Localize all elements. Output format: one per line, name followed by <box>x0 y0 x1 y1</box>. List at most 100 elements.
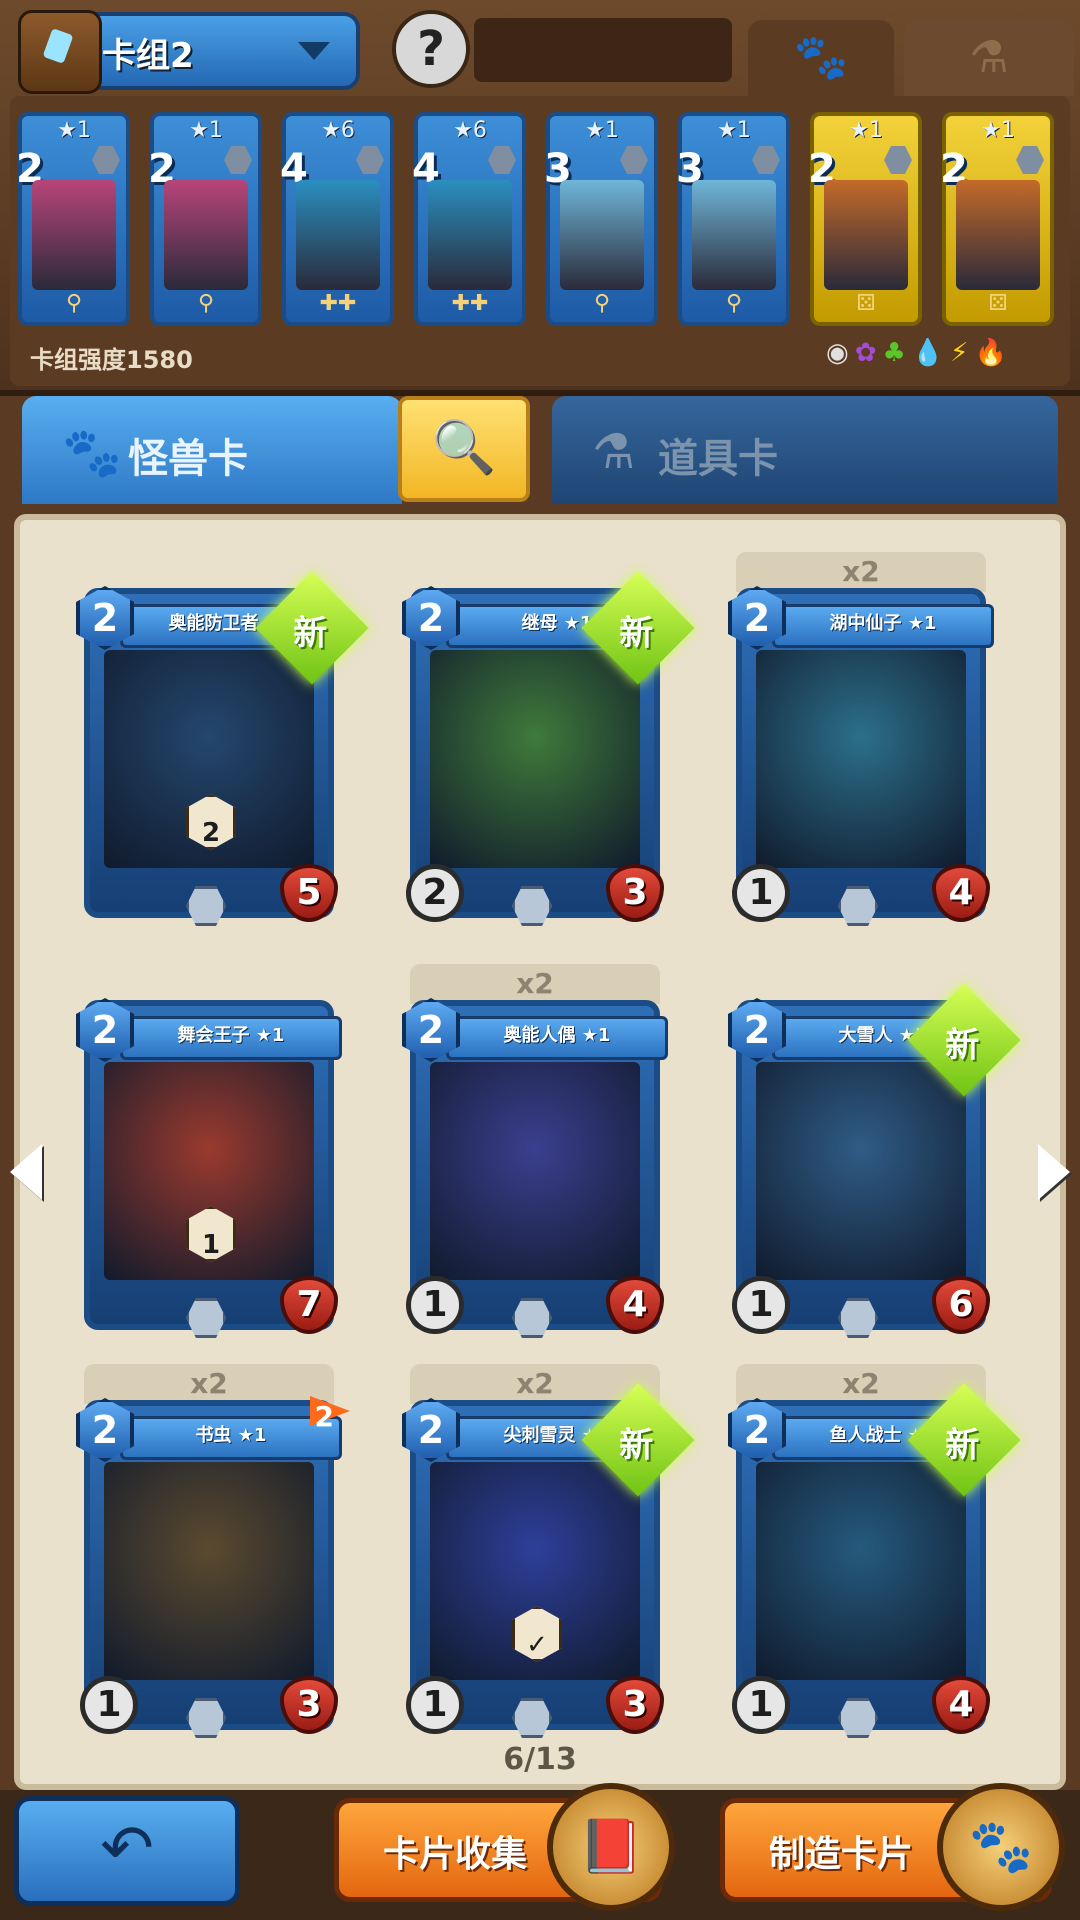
rarity-gem-icon <box>224 146 252 174</box>
deck-card[interactable]: ★1 2 ⚲ <box>148 112 262 326</box>
paw-icon: 🐾 <box>62 425 122 481</box>
fire-element-icon[interactable]: 🔥 <box>974 338 1012 368</box>
deck-card[interactable]: ★1 2 ⚄ <box>808 112 922 326</box>
element-filter-icons[interactable]: ◉✿♣💧⚡🔥 <box>826 338 1013 368</box>
card-health-heart: 3 <box>606 1676 664 1734</box>
deck-card[interactable]: ★6 4 ✚✚ <box>412 112 526 326</box>
neutral-element-icon[interactable]: ◉ <box>826 338 855 368</box>
card-attack-stat: 1 <box>80 1676 138 1734</box>
new-badge-label: 新 <box>619 1425 654 1466</box>
deck-card-art <box>164 180 248 290</box>
collection-card[interactable]: 鱼人战士 ★1 2 4 1 新 <box>728 1383 1021 1738</box>
card-health-heart: 3 <box>280 1676 338 1734</box>
tab-monster-cards[interactable]: 🐾 怪兽卡 <box>22 396 402 504</box>
card-name: 湖中仙子 ★1 <box>772 604 994 648</box>
card-art <box>430 1062 640 1280</box>
card-count-label: x2 <box>84 1364 334 1404</box>
deck-card-stars: ★1 <box>849 118 883 143</box>
card-name: 书虫 ★1 <box>120 1416 342 1460</box>
collection-card[interactable]: 继母 ★1 2 3 2 新 <box>402 571 695 926</box>
deck-card[interactable]: ★6 4 ✚✚ <box>280 112 394 326</box>
deck-card-stars: ★6 <box>453 118 487 143</box>
new-badge-label: 新 <box>945 1025 980 1066</box>
prev-page-arrow-icon[interactable] <box>10 1144 42 1200</box>
deck-tab-monster[interactable]: 🐾 <box>748 20 894 96</box>
deck-card-art <box>32 180 116 290</box>
deck-card-ability-icon: ✚✚ <box>451 291 489 316</box>
deck-card-art <box>956 180 1040 290</box>
deck-card-stars: ★1 <box>717 118 751 143</box>
player-avatar[interactable]: ? <box>392 10 470 88</box>
deck-power-label: 卡组强度1580 <box>30 346 193 374</box>
deck-card-ability-icon: ⚲ <box>197 291 215 316</box>
collection-card[interactable]: 尖刺雪灵 ★1 2 3 1 ✓ 新 <box>402 1383 695 1738</box>
card-art <box>104 1462 314 1680</box>
card-health-heart: 3 <box>606 864 664 922</box>
deck-name: 卡组2 <box>102 36 194 76</box>
tab-item-label: 道具卡 <box>658 436 778 482</box>
rarity-gem-icon <box>884 146 912 174</box>
deck-card-art <box>692 180 776 290</box>
search-icon: 🔍 <box>431 418 497 478</box>
deck-card-ability-icon: ⚄ <box>988 291 1008 316</box>
player-name-bar <box>474 18 732 82</box>
card-attack-stat: 1 <box>732 1276 790 1334</box>
deck-card-art <box>824 180 908 290</box>
rarity-gem-icon <box>92 146 120 174</box>
next-page-arrow-icon[interactable] <box>1038 1144 1070 1200</box>
paw-icon: 🐾 <box>793 32 849 83</box>
new-badge-label: 新 <box>619 613 654 654</box>
card-art <box>756 650 966 868</box>
collection-card[interactable]: 湖中仙子 ★1 2 4 1 <box>728 586 994 926</box>
potion-icon: ⚗ <box>592 424 636 480</box>
deck-card-stars: ★1 <box>981 118 1015 143</box>
deck-card-art <box>428 180 512 290</box>
top-bar: 卡组2 ? 🐾 ⚗ 卡组强度1580 ◉✿♣💧⚡🔥 ★1 2 ⚲ ★1 2 ⚲ ★6 4 ✚✚ ★… <box>0 0 1080 396</box>
card-art <box>756 1462 966 1680</box>
arcane-element-icon[interactable]: ✿ <box>855 338 883 368</box>
deck-card-ability-icon: ⚲ <box>593 291 611 316</box>
craft-card-label: 制造卡片 <box>769 1834 914 1875</box>
collection-card[interactable]: 书虫 ★1 2 3 1 2 <box>76 1396 350 1738</box>
new-badge-label: 新 <box>945 1425 980 1466</box>
chevron-down-icon <box>298 42 330 60</box>
potion-icon: ⚗ <box>969 32 1009 83</box>
collection-card[interactable]: 奥能防卫者 ★1 2 5 2 新 <box>76 571 369 926</box>
card-health-heart: 5 <box>280 864 338 922</box>
card-health-heart: 4 <box>606 1276 664 1334</box>
collection-card[interactable]: 奥能人偶 ★1 2 4 1 <box>402 998 668 1338</box>
search-button[interactable]: 🔍 <box>398 396 530 502</box>
card-name: 奥能人偶 ★1 <box>446 1016 668 1060</box>
deck-card-art <box>560 180 644 290</box>
deck-card[interactable]: ★1 3 ⚲ <box>676 112 790 326</box>
page-indicator: 6/13 <box>503 1742 577 1777</box>
deck-card-ability-icon: ⚲ <box>65 291 83 316</box>
rarity-gem-icon <box>620 146 648 174</box>
collection-card[interactable]: 大雪人 ★1 2 6 1 新 <box>728 983 1021 1338</box>
card-attack-stat: 2 <box>406 864 464 922</box>
nature-element-icon[interactable]: ♣ <box>882 338 911 368</box>
deck-card[interactable]: ★1 2 ⚲ <box>16 112 130 326</box>
deck-card[interactable]: ★1 2 ⚄ <box>940 112 1054 326</box>
deck-card-stars: ★1 <box>57 118 91 143</box>
card-attack-stat: 1 <box>406 1676 464 1734</box>
tab-item-cards[interactable]: ⚗ 道具卡 <box>552 396 1058 504</box>
deck-card-stars: ★1 <box>189 118 223 143</box>
back-button[interactable]: ↶ <box>14 1796 240 1906</box>
deck-selector[interactable]: 卡组2 <box>18 10 360 94</box>
deck-card[interactable]: ★1 3 ⚲ <box>544 112 658 326</box>
lightning-element-icon[interactable]: ⚡ <box>950 338 974 368</box>
water-element-icon[interactable]: 💧 <box>912 338 950 368</box>
rarity-gem-icon <box>356 146 384 174</box>
new-badge-label: 新 <box>293 613 328 654</box>
collection-card[interactable]: 舞会王子 ★1 2 7 1 <box>76 998 342 1338</box>
card-attack-stat: 1 <box>406 1276 464 1334</box>
card-name: 舞会王子 ★1 <box>120 1016 342 1060</box>
card-count-label: x2 <box>736 552 986 592</box>
card-collection-button[interactable]: 卡片收集 📕 <box>334 1783 675 1911</box>
deck-tab-item[interactable]: ⚗ <box>904 20 1074 96</box>
card-collection-label: 卡片收集 <box>383 1834 528 1875</box>
craft-card-button[interactable]: 制造卡片 🐾 <box>720 1783 1065 1911</box>
rarity-gem-icon <box>488 146 516 174</box>
card-attack-stat: 1 <box>732 1676 790 1734</box>
